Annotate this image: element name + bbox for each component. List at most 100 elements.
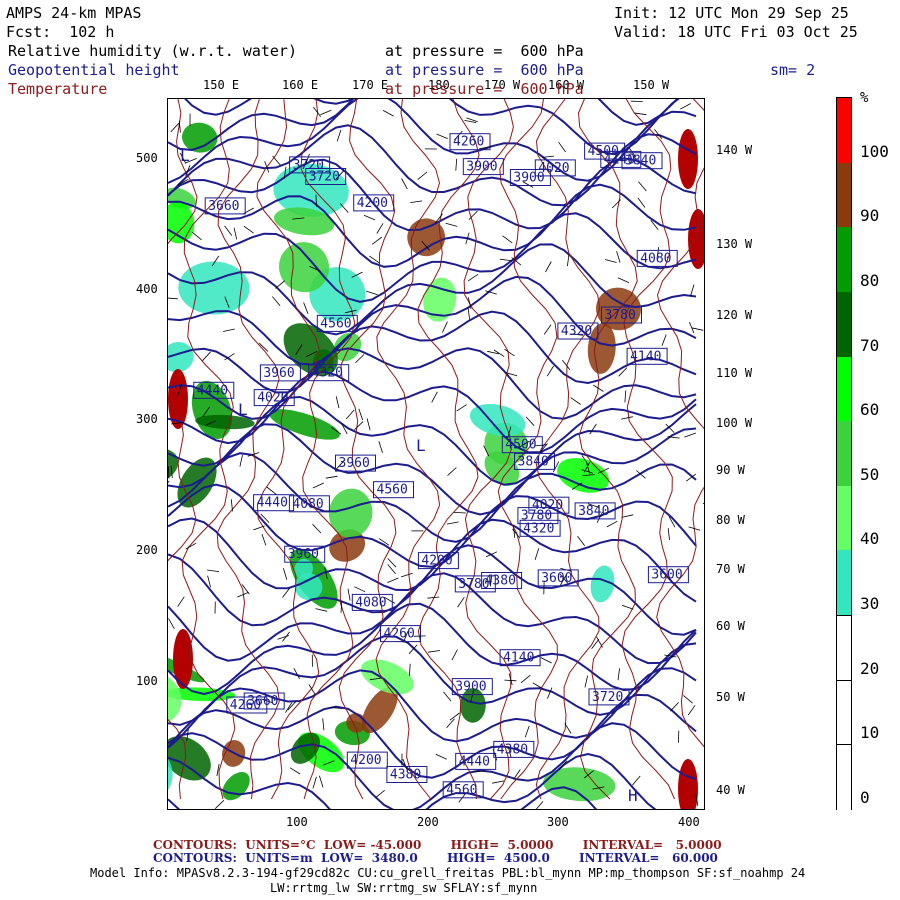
svg-text:4320: 4320 xyxy=(312,366,343,381)
height-label: 3960 xyxy=(335,454,376,472)
height-label: 4200 xyxy=(353,194,395,212)
lon-label: 40 W xyxy=(716,783,745,797)
svg-text:4560: 4560 xyxy=(377,483,408,498)
height-label: 3720 xyxy=(305,168,347,185)
low-marker: L xyxy=(238,400,248,419)
map-svg: 4260 4320 4200 4140 4080 4020 3960 3900 3840 3780… xyxy=(168,99,704,809)
colorbar-label: 70 xyxy=(860,335,880,355)
lon-label: 150 W xyxy=(633,78,670,92)
colorbar-label: 30 xyxy=(860,594,880,614)
svg-text:4560: 4560 xyxy=(446,783,477,798)
svg-text:4020: 4020 xyxy=(538,161,569,176)
lon-label: 120 W xyxy=(716,308,753,322)
height-label: 3960 xyxy=(284,545,326,563)
svg-text:3900: 3900 xyxy=(455,680,486,695)
x-tick: 200 xyxy=(417,815,439,829)
forecast-hour: Fcst: 102 h xyxy=(6,23,115,41)
height-label: 4020 xyxy=(253,389,295,407)
height-label: 4020 xyxy=(534,159,576,177)
field-level-temperature: at pressure = 600 hPa xyxy=(385,80,584,98)
colorbar-segment xyxy=(837,98,851,164)
svg-text:4020: 4020 xyxy=(532,498,563,513)
height-label: 4560 xyxy=(442,781,484,799)
colorbar-unit: % xyxy=(860,90,869,106)
svg-text:4200: 4200 xyxy=(350,753,381,768)
lon-label: 70 W xyxy=(716,562,745,576)
height-label: 4020 xyxy=(528,496,570,514)
x-tick: 100 xyxy=(286,815,308,829)
svg-text:3720: 3720 xyxy=(309,170,340,185)
init-time: Init: 12 UTC Mon 29 Sep 25 xyxy=(614,4,849,22)
height-label: 4140 xyxy=(626,347,668,365)
height-label: 4260 xyxy=(380,625,421,643)
temperature-contour-info: CONTOURS: UNITS=°C LOW= -45.000 HIGH= 5.… xyxy=(153,838,722,852)
colorbar-segment xyxy=(837,615,851,682)
field-name-rh: Relative humidity (w.r.t. water) xyxy=(8,42,297,60)
model-info: Model Info: MPASv8.2.3-194-gf29cd82c CU:… xyxy=(90,866,806,880)
lon-label: 80 W xyxy=(716,513,745,527)
field-name-temperature: Temperature xyxy=(8,80,108,98)
colorbar-segment xyxy=(837,421,851,487)
height-label: 4500 xyxy=(501,436,543,454)
height-label: 4500 xyxy=(584,142,626,160)
height-label: 3840 xyxy=(514,452,555,470)
colorbar-label: 100 xyxy=(860,141,889,161)
svg-text:3600: 3600 xyxy=(541,571,572,586)
lon-label: 90 W xyxy=(716,463,745,477)
lon-label: 50 W xyxy=(716,690,745,704)
height-label: 4200 xyxy=(346,751,388,769)
svg-text:3720: 3720 xyxy=(592,690,623,705)
height-label: 3660 xyxy=(243,692,285,710)
height-label: 3600 xyxy=(647,566,689,584)
svg-text:4500: 4500 xyxy=(588,144,619,159)
height-label: 4080 xyxy=(636,249,678,267)
valid-time: Valid: 18 UTC Fri 03 Oct 25 xyxy=(614,23,858,41)
svg-text:4380: 4380 xyxy=(390,768,421,783)
height-label: 3840 xyxy=(574,502,616,520)
colorbar-label: 90 xyxy=(860,206,880,226)
height-label: 3960 xyxy=(259,364,301,382)
svg-text:4380: 4380 xyxy=(485,574,516,589)
height-label: 3780 xyxy=(601,306,642,324)
height-label: 4380 xyxy=(481,572,523,589)
svg-text:3840: 3840 xyxy=(625,154,656,169)
height-label: 3720 xyxy=(588,688,630,706)
lon-label: 150 E xyxy=(203,78,240,92)
svg-text:3960: 3960 xyxy=(263,366,294,381)
height-label: 3600 xyxy=(537,569,579,587)
svg-text:4260: 4260 xyxy=(453,135,484,150)
lon-label: 140 W xyxy=(716,143,753,157)
colorbar-segment xyxy=(837,356,851,422)
svg-text:4440: 4440 xyxy=(257,496,288,511)
map-plot: 4260 4320 4200 4140 4080 4020 3960 3900 3840 3780… xyxy=(167,98,705,810)
height-label: 4560 xyxy=(373,481,414,499)
colorbar-label: 60 xyxy=(860,400,880,420)
lon-label: 60 W xyxy=(716,619,745,633)
height-label: 4320 xyxy=(308,364,350,382)
height-label: 3840 xyxy=(621,152,663,170)
svg-text:4080: 4080 xyxy=(355,595,386,610)
colorbar xyxy=(836,97,852,811)
svg-text:4440: 4440 xyxy=(197,383,228,398)
height-label: 4380 xyxy=(493,740,535,758)
humidity-max-blob xyxy=(678,129,698,189)
svg-text:4440: 4440 xyxy=(459,754,490,769)
wind-barb xyxy=(630,100,643,102)
svg-text:4140: 4140 xyxy=(630,349,661,364)
colorbar-segment xyxy=(837,744,851,811)
height-label: 4140 xyxy=(499,649,541,667)
svg-text:4080: 4080 xyxy=(640,251,671,266)
svg-text:3960: 3960 xyxy=(339,456,370,471)
low-marker: L xyxy=(416,436,426,455)
height-label: 4380 xyxy=(386,766,428,783)
height-label: 4080 xyxy=(351,593,393,611)
lon-label: 160 E xyxy=(282,78,319,92)
height-label: 3900 xyxy=(451,678,493,696)
field-level-rh: at pressure = 600 hPa xyxy=(385,42,584,60)
svg-text:4200: 4200 xyxy=(357,196,388,211)
svg-text:3660: 3660 xyxy=(247,694,278,709)
y-tick: 200 xyxy=(136,543,158,557)
height-contour-info: CONTOURS: UNITS=m LOW= 3480.0 HIGH= 4500… xyxy=(153,851,718,865)
colorbar-segment xyxy=(837,550,851,616)
svg-text:3840: 3840 xyxy=(578,504,609,519)
